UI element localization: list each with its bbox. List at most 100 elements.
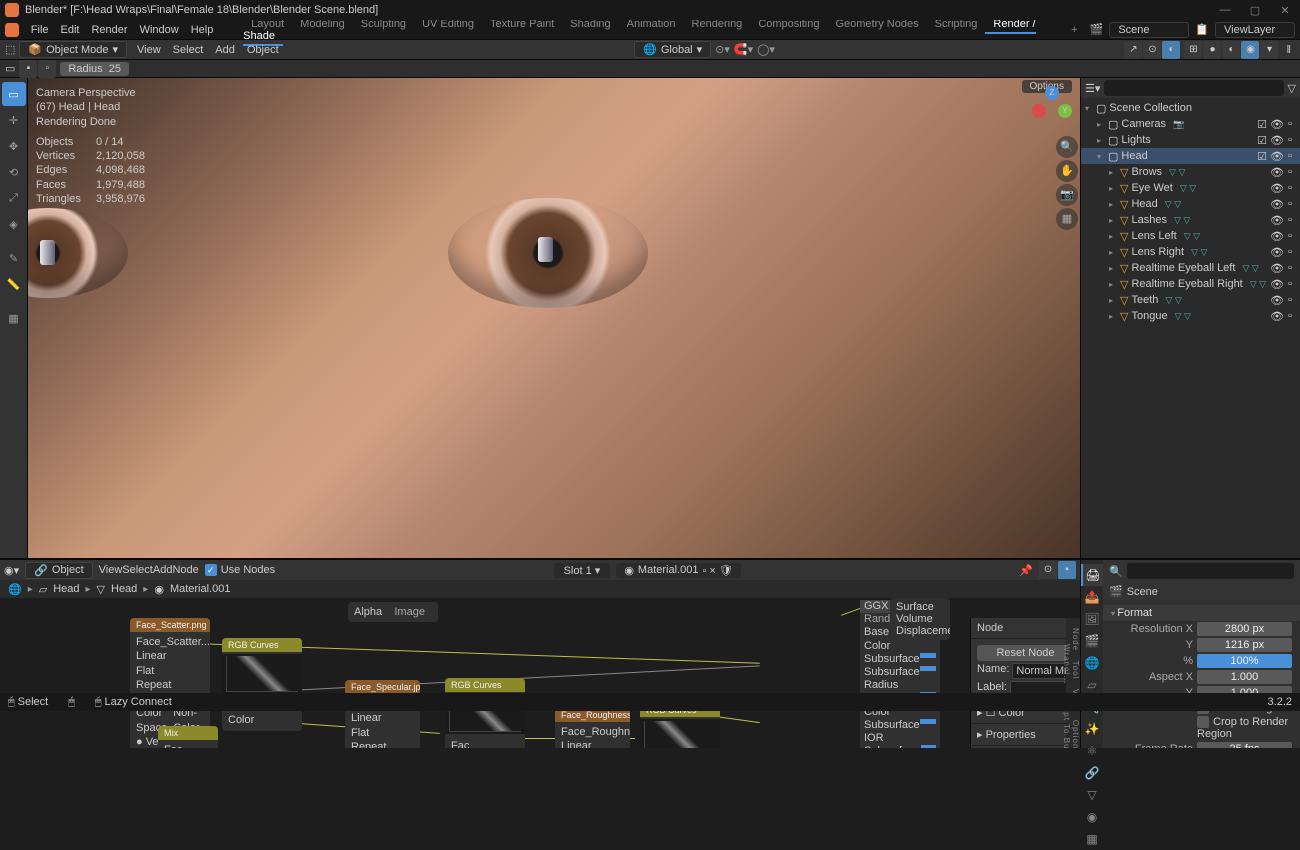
ne-menu-add[interactable]: Add <box>153 564 173 576</box>
node-rgb-curves-2[interactable]: RGB Curves FacColor <box>445 678 525 748</box>
tree-head-collection[interactable]: ▾▢ Head☑👁▫ <box>1081 148 1300 164</box>
tree-lights[interactable]: ▸▢ Lights☑👁▫ <box>1081 132 1300 148</box>
blender-logo-icon[interactable] <box>5 23 19 37</box>
rotate-tool[interactable]: ⟲ <box>2 160 26 184</box>
ptab-particles[interactable]: ✨ <box>1081 718 1103 740</box>
ptab-data[interactable]: ▽ <box>1081 784 1103 806</box>
navigation-gizmo[interactable]: Z Y <box>1032 86 1072 126</box>
view-menu-object[interactable]: Object <box>241 43 285 57</box>
solid-shading-icon[interactable]: ● <box>1203 41 1221 59</box>
crop-region-check[interactable] <box>1197 716 1209 728</box>
tree-item[interactable]: ▸▽ Lens Left▽ ▽👁▫ <box>1081 228 1300 244</box>
pause-icon[interactable]: ‖ <box>1286 44 1291 56</box>
pivot-icon[interactable]: ⊙▾ <box>715 43 730 56</box>
scene-datablock[interactable]: Scene <box>1127 586 1158 598</box>
mode-selector[interactable]: 📦 Object Mode ▾ <box>19 41 127 58</box>
sel-mode-2[interactable]: ▫ <box>38 60 56 78</box>
node-reroute-alpha[interactable]: Alpha Image <box>348 602 438 622</box>
curve-preview[interactable] <box>222 654 302 694</box>
tree-item[interactable]: ▸▽ Lashes▽ ▽👁▫ <box>1081 212 1300 228</box>
tree-item[interactable]: ▸▽ Head▽ ▽👁▫ <box>1081 196 1300 212</box>
filter-icon[interactable]: ▽ <box>1288 82 1296 95</box>
orientation-selector[interactable]: 🌐 Global ▾ <box>634 41 711 58</box>
gizmo-toggle-icon[interactable]: ↗ <box>1124 41 1142 59</box>
framerate-field[interactable]: 25 fps <box>1197 742 1292 748</box>
ptab-world[interactable]: 🌐 <box>1081 652 1103 674</box>
minimize-button[interactable]: — <box>1210 4 1240 17</box>
wireframe-shading-icon[interactable]: ⊞ <box>1184 41 1202 59</box>
ne-menu-select[interactable]: Select <box>122 564 153 576</box>
gizmo-z-axis[interactable]: Z <box>1045 86 1059 100</box>
use-nodes-checkbox[interactable]: Use Nodes <box>205 564 275 576</box>
pan-icon[interactable]: ✋ <box>1056 160 1078 182</box>
ptab-physics[interactable]: ⚛ <box>1081 740 1103 762</box>
node-rgb-curves-1[interactable]: RGB Curves FacColor <box>222 638 302 731</box>
tree-item[interactable]: ▸▽ Realtime Eyeball Right▽ ▽👁▫ <box>1081 276 1300 292</box>
add-workspace-button[interactable]: + <box>1071 24 1077 36</box>
snap-icon[interactable]: 🧲▾ <box>734 43 753 56</box>
matprev-shading-icon[interactable]: ◐ <box>1222 41 1240 59</box>
tree-item[interactable]: ▸▽ Lens Right▽ ▽👁▫ <box>1081 244 1300 260</box>
ptab-output[interactable]: 📤 <box>1081 586 1103 608</box>
proportional-icon[interactable]: ◯▾ <box>757 43 775 56</box>
resolution-x-field[interactable]: 2800 px <box>1197 622 1292 636</box>
node-mix[interactable]: Mix FacColor1Color2 <box>158 726 218 748</box>
menu-help[interactable]: Help <box>185 22 220 38</box>
ptab-constraints[interactable]: 🔗 <box>1081 762 1103 784</box>
menu-window[interactable]: Window <box>134 22 185 38</box>
gizmo-x-axis[interactable] <box>1032 104 1046 118</box>
view-menu-add[interactable]: Add <box>209 43 241 57</box>
maximize-button[interactable]: ▢ <box>1240 4 1270 17</box>
ptab-scene[interactable]: 🎬 <box>1081 630 1103 652</box>
view-menu-view[interactable]: View <box>131 43 167 57</box>
pin-icon[interactable]: 📌 <box>1019 564 1033 577</box>
ptab-material[interactable]: ◉ <box>1081 806 1103 828</box>
tree-scene-collection[interactable]: ▾▢ Scene Collection <box>1081 100 1300 116</box>
tree-item[interactable]: ▸▽ Realtime Eyeball Left▽ ▽👁▫ <box>1081 260 1300 276</box>
shading-dropdown-icon[interactable]: ▾ <box>1260 41 1278 59</box>
reset-node-button[interactable]: Reset Node <box>977 645 1074 661</box>
close-button[interactable]: ✕ <box>1270 4 1300 17</box>
menu-file[interactable]: File <box>25 22 55 38</box>
ne-overlay-icon[interactable]: ⊙ <box>1039 561 1057 579</box>
ptab-viewlayer[interactable]: 🖼 <box>1081 608 1103 630</box>
editor-type-icon[interactable]: ⬚ <box>5 43 15 56</box>
perspective-icon[interactable]: ▦ <box>1056 208 1078 230</box>
curve-preview-3[interactable] <box>640 719 720 748</box>
transform-tool[interactable]: ◈ <box>2 212 26 236</box>
node-image-specular[interactable]: Face_Specular.jpg Face_Specular...Linear… <box>345 680 420 748</box>
aspect-x-field[interactable]: 1.000 <box>1197 670 1292 684</box>
slot-selector[interactable]: Slot 1 ▾ <box>554 563 611 578</box>
ne-menu-node[interactable]: Node <box>172 564 198 576</box>
zoom-icon[interactable]: 🔍 <box>1056 136 1078 158</box>
tree-item[interactable]: ▸▽ Eye Wet▽ ▽👁▫ <box>1081 180 1300 196</box>
node-material-output[interactable]: SurfaceVolumeDisplacement <box>890 598 950 640</box>
measure-tool[interactable]: 📏 <box>2 272 26 296</box>
add-tool[interactable]: ▦ <box>2 306 26 330</box>
prop-search[interactable] <box>1127 563 1294 579</box>
node-image-roughness[interactable]: Face_Roughness.jpg Face_Roughness...Line… <box>555 708 630 748</box>
node-canvas[interactable]: Alpha Image Face_Scatter.png Face_Scatte… <box>0 598 1080 748</box>
scene-selector[interactable]: Scene <box>1109 22 1189 38</box>
annotate-tool[interactable]: ✎ <box>2 246 26 270</box>
ne-snap-icon[interactable]: ▪ <box>1058 561 1076 579</box>
tree-item[interactable]: ▸▽ Brows▽ ▽👁▫ <box>1081 164 1300 180</box>
ne-object-mode[interactable]: 🔗 Object <box>25 562 93 579</box>
move-tool[interactable]: ✥ <box>2 134 26 158</box>
tree-item[interactable]: ▸▽ Teeth▽ ▽👁▫ <box>1081 292 1300 308</box>
ne-menu-view[interactable]: View <box>99 564 123 576</box>
select-box-tool[interactable]: ▭ <box>2 82 26 106</box>
xray-toggle-icon[interactable]: ◐ <box>1162 41 1180 59</box>
rendered-shading-icon[interactable]: ◉ <box>1241 41 1259 59</box>
viewlayer-selector[interactable]: ViewLayer <box>1215 22 1295 38</box>
tree-cameras[interactable]: ▸▢ Cameras📷☑👁▫ <box>1081 116 1300 132</box>
gizmo-y-axis[interactable]: Y <box>1058 104 1072 118</box>
radius-field[interactable]: Radius 25 <box>60 62 129 76</box>
camera-icon[interactable]: 📷 <box>1056 184 1078 206</box>
outliner-search[interactable] <box>1104 80 1283 96</box>
panel-format[interactable]: Format <box>1103 605 1300 621</box>
resolution-pct-field[interactable]: 100% <box>1197 654 1292 668</box>
resolution-y-field[interactable]: 1216 px <box>1197 638 1292 652</box>
search-icon[interactable]: 🔍 <box>1109 565 1123 578</box>
material-selector[interactable]: ◉ Material.001 ▫ × 🛡 <box>616 563 741 578</box>
